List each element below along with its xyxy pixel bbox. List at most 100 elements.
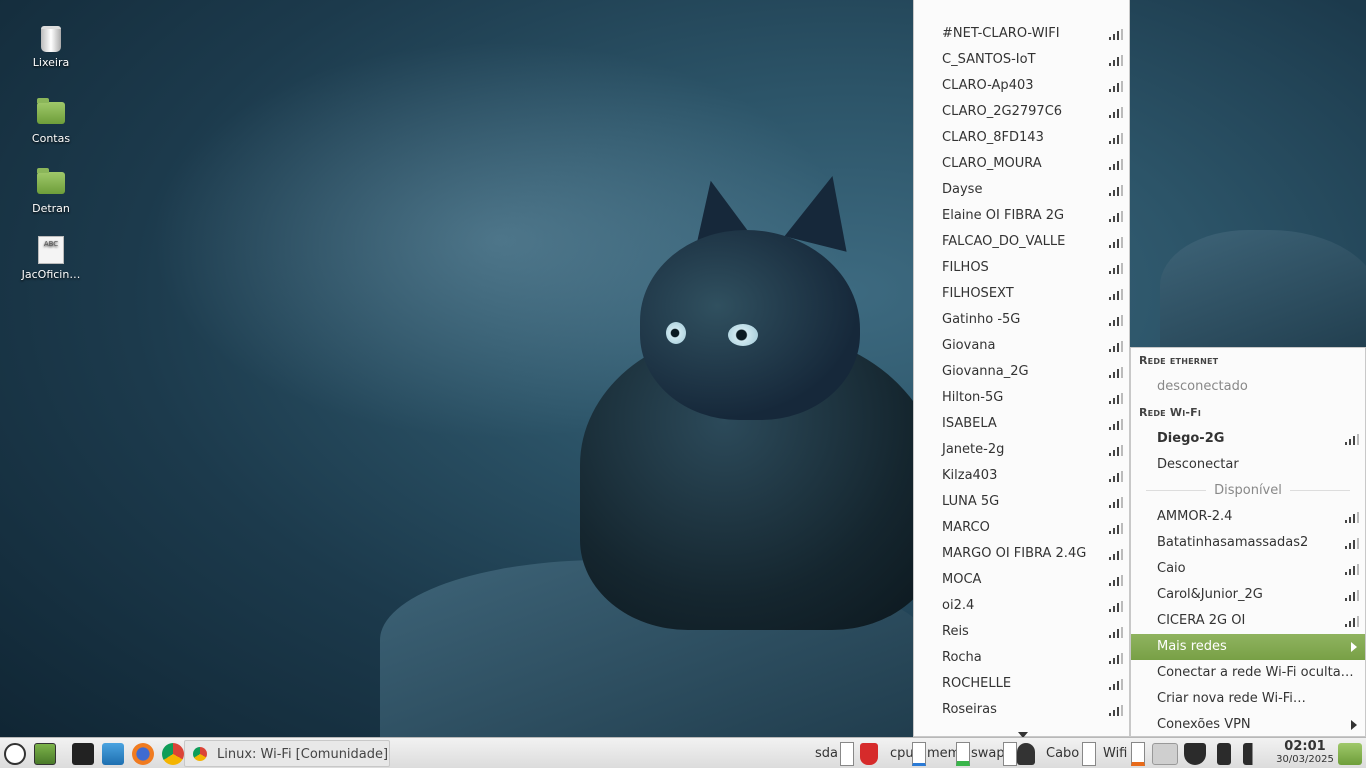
- clock[interactable]: 02:01 30/03/2025: [1272, 740, 1338, 766]
- wifi-signal-icon: [1109, 263, 1123, 274]
- wifi-signal-icon: [1109, 133, 1123, 144]
- mem-graph[interactable]: [956, 742, 970, 766]
- wifi-signal-icon: [1109, 497, 1123, 508]
- window-title: Linux: Wi-Fi [Comunidade] …: [217, 747, 390, 762]
- submenu-arrow-icon: [1351, 720, 1357, 730]
- folder-tray-icon[interactable]: [1338, 743, 1362, 765]
- document-icon: ABC: [38, 236, 64, 264]
- network-item[interactable]: MOCA: [914, 567, 1129, 593]
- network-item[interactable]: LUNA 5G: [914, 489, 1129, 515]
- firefox-icon[interactable]: [132, 743, 154, 765]
- desktop-icon-label: Detran: [32, 202, 70, 215]
- network-item[interactable]: Janete-2g: [914, 437, 1129, 463]
- sda-label: sda: [815, 746, 838, 761]
- network-item[interactable]: Giovanna_2G: [914, 359, 1129, 385]
- file-manager-icon[interactable]: [102, 743, 124, 765]
- connected-network[interactable]: Diego-2G: [1131, 426, 1365, 452]
- notification-bell-icon[interactable]: [1017, 743, 1035, 765]
- network-name: CLARO_MOURA: [942, 156, 1042, 171]
- network-item[interactable]: Dayse: [914, 177, 1129, 203]
- cabo-label: Cabo: [1046, 746, 1080, 761]
- network-item[interactable]: ROCHELLE: [914, 671, 1129, 697]
- network-name: #NET-CLARO-WIFI: [942, 26, 1060, 41]
- network-item[interactable]: CLARO_MOURA: [914, 151, 1129, 177]
- network-item[interactable]: Elaine OI FIBRA 2G: [914, 203, 1129, 229]
- available-network-item[interactable]: Carol&Junior_2G: [1131, 582, 1365, 608]
- wifi-signal-icon: [1109, 237, 1123, 248]
- available-network-item[interactable]: Batatinhasamassadas2: [1131, 530, 1365, 556]
- desktop-icon-detran[interactable]: Detran: [11, 168, 91, 215]
- desktop-icon-label: Contas: [31, 132, 71, 145]
- network-item[interactable]: Rocha: [914, 645, 1129, 671]
- terminal-icon[interactable]: [72, 743, 94, 765]
- network-name: Rocha: [942, 650, 982, 665]
- available-network-item[interactable]: Caio: [1131, 556, 1365, 582]
- trash-icon: [41, 26, 61, 52]
- desktop-icon-lixeira[interactable]: Lixeira: [11, 26, 91, 69]
- network-item[interactable]: ISABELA: [914, 411, 1129, 437]
- wallpaper-cat-eye: [666, 322, 686, 344]
- network-item[interactable]: FILHOS: [914, 255, 1129, 281]
- network-item[interactable]: MARCO: [914, 515, 1129, 541]
- network-item[interactable]: FILHOSEXT: [914, 281, 1129, 307]
- network-item[interactable]: FALCAO_DO_VALLE: [914, 229, 1129, 255]
- network-item[interactable]: CLARO_8FD143: [914, 125, 1129, 151]
- available-network-item[interactable]: AMMOR-2.4: [1131, 504, 1365, 530]
- wifi-signal-icon: [1109, 601, 1123, 612]
- network-item[interactable]: Hilton-5G: [914, 385, 1129, 411]
- network-item[interactable]: Reis: [914, 619, 1129, 645]
- clock-time: 02:01: [1284, 739, 1326, 754]
- create-new-network-item[interactable]: Criar nova rede Wi-Fi…: [1131, 686, 1365, 712]
- available-network-item[interactable]: CICERA 2G OI: [1131, 608, 1365, 634]
- disconnect-button[interactable]: Desconectar: [1131, 452, 1365, 478]
- mint-menu-icon[interactable]: [4, 743, 26, 765]
- network-item[interactable]: oi2.4: [914, 593, 1129, 619]
- network-name: MOCA: [942, 572, 982, 587]
- cabo-graph[interactable]: [1082, 742, 1096, 766]
- network-name: Caio: [1157, 561, 1186, 576]
- battery-icon[interactable]: [1217, 743, 1231, 765]
- network-item[interactable]: Roseiras: [914, 697, 1129, 723]
- wifi-signal-icon: [1109, 81, 1123, 92]
- connected-network-name: Diego-2G: [1157, 431, 1225, 446]
- taskbar: Linux: Wi-Fi [Comunidade] … sda cpu mem …: [0, 737, 1366, 768]
- desktop-icon-contas[interactable]: Contas: [11, 98, 91, 145]
- network-item[interactable]: CLARO_2G2797C6: [914, 99, 1129, 125]
- network-name: Gatinho -5G: [942, 312, 1021, 327]
- vpn-connections-item[interactable]: Conexões VPN: [1131, 712, 1365, 738]
- more-networks-item[interactable]: Mais redes: [1131, 634, 1365, 660]
- cpu-graph[interactable]: [912, 742, 926, 766]
- update-shield-icon[interactable]: [1184, 743, 1206, 765]
- wifi-signal-icon: [1109, 471, 1123, 482]
- network-item[interactable]: Gatinho -5G: [914, 307, 1129, 333]
- more-networks-label: Mais redes: [1157, 639, 1227, 654]
- chrome-icon[interactable]: [162, 743, 184, 765]
- wifi-graph[interactable]: [1131, 742, 1145, 766]
- wifi-signal-icon: [1109, 315, 1123, 326]
- network-item[interactable]: Giovana: [914, 333, 1129, 359]
- network-tray-icon[interactable]: [1152, 743, 1178, 765]
- wifi-signal-icon: [1345, 564, 1359, 575]
- show-desktop-icon[interactable]: [34, 743, 56, 765]
- network-item[interactable]: Kilza403: [914, 463, 1129, 489]
- network-item[interactable]: C_SANTOS-IoT: [914, 47, 1129, 73]
- network-item[interactable]: MARGO OI FIBRA 2.4G: [914, 541, 1129, 567]
- network-name: Reis: [942, 624, 969, 639]
- connect-hidden-network-item[interactable]: Conectar a rede Wi-Fi oculta…: [1131, 660, 1365, 686]
- network-item[interactable]: #NET-CLARO-WIFI: [914, 21, 1129, 47]
- volume-icon[interactable]: [1243, 743, 1267, 765]
- network-name: Giovanna_2G: [942, 364, 1029, 379]
- wifi-signal-icon: [1109, 289, 1123, 300]
- wifi-signal-icon: [1109, 653, 1123, 664]
- wifi-signal-icon: [1109, 29, 1123, 40]
- network-name: FILHOS: [942, 260, 989, 275]
- desktop-icon-jacoficina[interactable]: ABC JacOficin…: [11, 236, 91, 281]
- network-item[interactable]: CLARO-Ap403: [914, 73, 1129, 99]
- wifi-signal-icon: [1109, 185, 1123, 196]
- window-button-linux-wifi[interactable]: Linux: Wi-Fi [Comunidade] …: [184, 740, 390, 767]
- swap-graph[interactable]: [1003, 742, 1017, 766]
- shield-red-icon[interactable]: [860, 743, 878, 765]
- sda-graph[interactable]: [840, 742, 854, 766]
- wallpaper-cat-eye: [728, 324, 758, 346]
- wifi-section-header: Rede Wi-Fi: [1139, 406, 1202, 419]
